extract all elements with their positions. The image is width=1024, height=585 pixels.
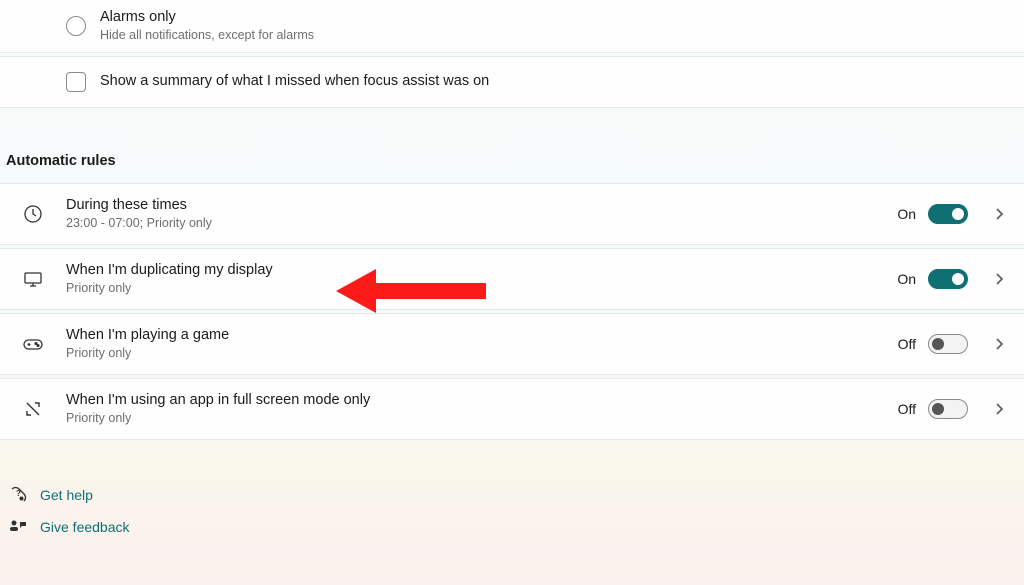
rule-playing-game[interactable]: When I'm playing a game Priority only Of… [0, 314, 1024, 374]
rule-duplicating-display[interactable]: When I'm duplicating my display Priority… [0, 249, 1024, 309]
toggle-state-label: Off [898, 401, 916, 417]
rule-during-times[interactable]: During these times 23:00 - 07:00; Priori… [0, 184, 1024, 244]
radio-icon [66, 16, 86, 36]
svg-text:?: ? [16, 489, 21, 498]
get-help-text: Get help [40, 487, 93, 503]
rule-subtitle: Priority only [66, 345, 898, 362]
alarms-only-subtitle: Hide all notifications, except for alarm… [100, 27, 1004, 44]
rule-toggle[interactable] [928, 334, 968, 354]
chevron-right-icon [976, 207, 1004, 221]
rule-subtitle: Priority only [66, 410, 898, 427]
get-help-link[interactable]: ? Get help [8, 479, 1024, 511]
chevron-right-icon [976, 402, 1004, 416]
rule-title: When I'm playing a game [66, 326, 898, 345]
alarms-only-title: Alarms only [100, 8, 1004, 27]
toggle-state-label: On [897, 206, 916, 222]
feedback-icon [8, 517, 28, 537]
checkbox-icon [66, 72, 86, 92]
rule-toggle[interactable] [928, 269, 968, 289]
monitor-icon [22, 268, 44, 290]
summary-checkbox-row[interactable]: Show a summary of what I missed when foc… [0, 57, 1024, 107]
gamepad-icon [22, 333, 44, 355]
radio-alarms-only[interactable]: Alarms only Hide all notifications, exce… [0, 0, 1024, 52]
toggle-state-label: On [897, 271, 916, 287]
fullscreen-icon [22, 398, 44, 420]
toggle-state-label: Off [898, 336, 916, 352]
rule-subtitle: 23:00 - 07:00; Priority only [66, 215, 897, 232]
summary-checkbox-label: Show a summary of what I missed when foc… [100, 72, 1004, 91]
rule-fullscreen-app[interactable]: When I'm using an app in full screen mod… [0, 379, 1024, 439]
clock-icon [22, 203, 44, 225]
rule-title: When I'm duplicating my display [66, 261, 897, 280]
chevron-right-icon [976, 272, 1004, 286]
help-icon: ? [8, 485, 28, 505]
rule-title: When I'm using an app in full screen mod… [66, 391, 898, 410]
rule-toggle[interactable] [928, 399, 968, 419]
rule-subtitle: Priority only [66, 280, 897, 297]
give-feedback-text: Give feedback [40, 519, 130, 535]
give-feedback-link[interactable]: Give feedback [8, 511, 1024, 543]
rule-title: During these times [66, 196, 897, 215]
chevron-right-icon [976, 337, 1004, 351]
automatic-rules-header: Automatic rules [0, 111, 1024, 183]
rule-toggle[interactable] [928, 204, 968, 224]
